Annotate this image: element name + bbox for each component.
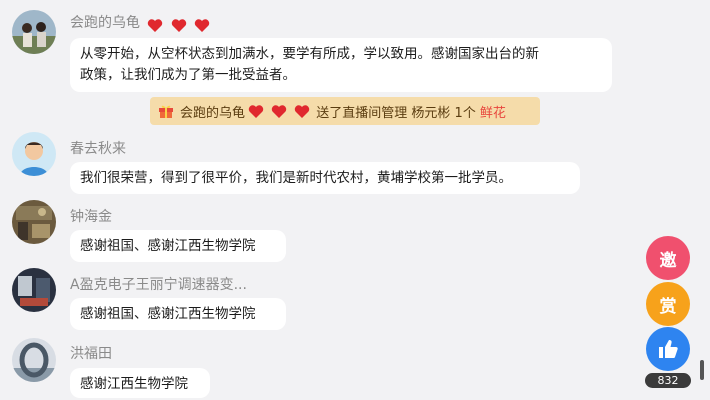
avatar[interactable] xyxy=(12,268,56,312)
like-count: 832 xyxy=(645,373,691,388)
sender-name: A盈克电子王丽宁调速器变... xyxy=(70,277,247,293)
gift-icon xyxy=(159,105,173,118)
reward-button[interactable]: 赏 xyxy=(646,282,690,326)
heart-icon xyxy=(148,18,163,32)
heart-icon xyxy=(248,104,264,118)
avatar[interactable] xyxy=(12,338,56,382)
like-button[interactable] xyxy=(646,327,690,371)
gift-notification: 会跑的乌龟 送了直播间管理 杨元彬 1个 鲜花 xyxy=(150,97,540,125)
message-bubble: 感谢江西生物学院 xyxy=(70,368,210,398)
invite-button[interactable]: 邀 xyxy=(646,236,690,280)
gift-sender: 会跑的乌龟 xyxy=(180,105,246,121)
gift-action: 送了直播间管理 杨元彬 1个 xyxy=(316,105,476,121)
heart-icon xyxy=(195,18,210,32)
message-bubble: 我们很荣营，得到了很平价，我们是新时代农村，黄埔学校第一批学员。 xyxy=(70,162,580,194)
scrollbar-thumb[interactable] xyxy=(700,360,704,380)
reward-label: 赏 xyxy=(659,296,677,317)
heart-icon xyxy=(295,104,310,118)
avatar[interactable] xyxy=(12,132,56,176)
heart-icon xyxy=(171,18,187,32)
thumbs-up-icon xyxy=(659,340,678,358)
invite-label: 邀 xyxy=(659,250,677,271)
heart-icon xyxy=(271,104,287,118)
avatar[interactable] xyxy=(12,200,56,244)
heart-badges xyxy=(245,104,310,119)
sender-name: 钟海金 xyxy=(70,209,112,225)
gift-item: 鲜花 xyxy=(479,105,506,121)
sender-name: 洪福田 xyxy=(70,346,112,362)
message-bubble: 感谢祖国、感谢江西生物学院 xyxy=(70,230,286,262)
sender-name: 春去秋来 xyxy=(70,141,126,157)
sender-name: 会跑的乌龟 xyxy=(70,12,210,33)
heart-badges xyxy=(144,17,210,33)
message-bubble: 从零开始，从空杯状态到加满水，要学有所成，学以致用。感谢国家出台的新 政策，让我… xyxy=(70,38,612,92)
message-bubble: 感谢祖国、感谢江西生物学院 xyxy=(70,298,286,330)
avatar[interactable] xyxy=(12,10,56,54)
